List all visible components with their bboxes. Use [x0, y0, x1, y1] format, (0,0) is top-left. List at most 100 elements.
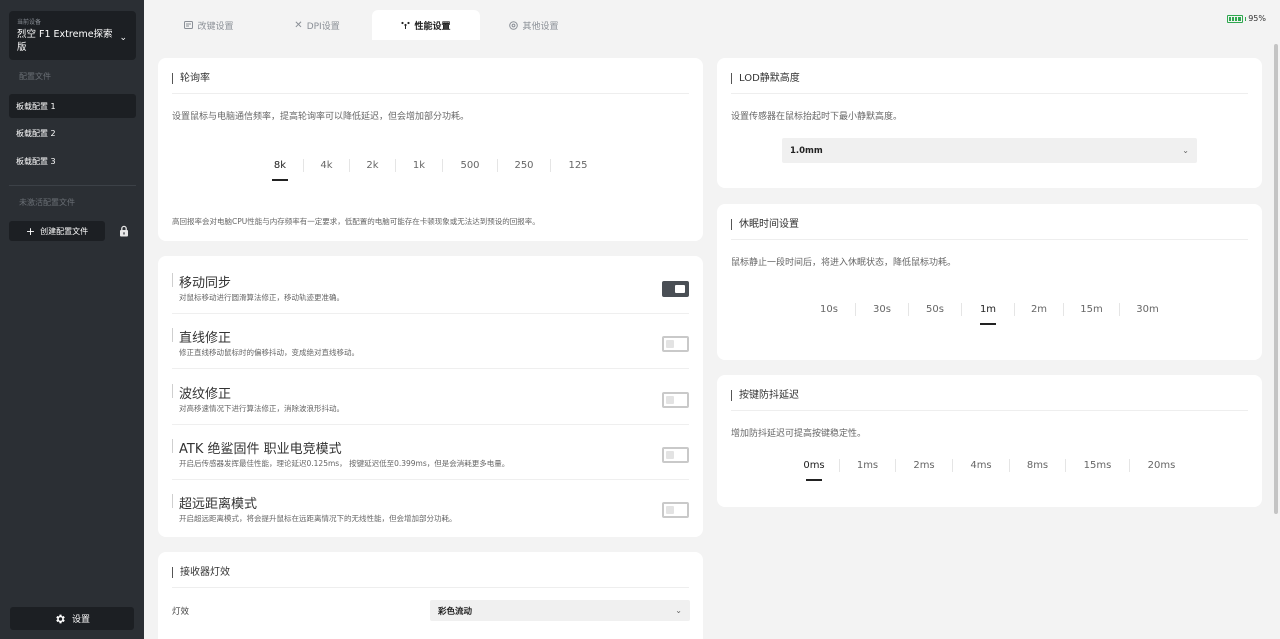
tab-performance[interactable]: 性能设置 [372, 10, 480, 40]
tab-label: 性能设置 [414, 21, 451, 32]
chevron-down-icon: ⌄ [675, 606, 682, 615]
profile-item-2[interactable]: 板载配置 2 [9, 121, 136, 145]
scrollbar[interactable] [1272, 40, 1280, 639]
top-tab-bar: 改键设置 ✕ DPI设置 性能设置 其他设置 95% [144, 0, 1280, 40]
keyboard-icon [184, 21, 194, 29]
toggle-title: 直线修正 [179, 331, 232, 346]
create-profile-label: 创建配置文件 [40, 226, 89, 236]
lod-select[interactable]: 1.0mm ⌄ [782, 138, 1197, 163]
card-title: LOD静默高度 [731, 73, 800, 84]
polling-option[interactable]: 250 [498, 160, 550, 171]
inactive-profiles-label: 未激活配置文件 [19, 198, 75, 207]
polling-option[interactable]: 4k [304, 160, 349, 171]
light-effect-select[interactable]: 彩色流动 ⌄ [430, 600, 690, 621]
select-value: 彩色流动 [438, 606, 473, 617]
polling-rate-selector: 8k 4k 2k 1k 500 250 125 [257, 159, 605, 172]
device-name: 烈空 F1 Extreme探索版 [17, 29, 113, 53]
lock-icon[interactable] [118, 225, 130, 237]
polling-option[interactable]: 2k [350, 160, 395, 171]
debounce-card: 按键防抖延迟 增加防抖延迟可提高按键稳定性。 0ms 1ms 2ms 4ms 8… [717, 375, 1262, 507]
divider [731, 410, 1248, 411]
tab-key-mapping[interactable]: 改键设置 [144, 10, 274, 40]
lod-card: LOD静默高度 设置传感器在鼠标抬起时下最小静默高度。 1.0mm ⌄ [717, 58, 1262, 188]
sleep-option[interactable]: 10s [803, 304, 855, 315]
crosshair-icon: ✕ [294, 19, 303, 31]
sidebar: 当前设备 烈空 F1 Extreme探索版 ⌄ 配置文件 板载配置 1 板载配置… [0, 0, 144, 639]
sidebar-divider [9, 185, 136, 186]
ripple-control-toggle[interactable] [662, 392, 689, 408]
card-description: 增加防抖延迟可提高按键稳定性。 [731, 429, 867, 439]
divider [731, 239, 1248, 240]
battery-indicator: 95% [1226, 14, 1266, 23]
debounce-option[interactable]: 15ms [1066, 460, 1129, 471]
create-profile-button[interactable]: + 创建配置文件 [9, 221, 105, 241]
profile-label: 板载配置 2 [16, 129, 56, 138]
toggle-row-angle-snapping: 直线修正 修正直线移动鼠标时的偏移抖动，变成绝对直线移动。 [172, 314, 689, 369]
tab-dpi[interactable]: ✕ DPI设置 [257, 10, 377, 40]
chevron-down-icon: ⌄ [119, 33, 127, 43]
divider [731, 93, 1248, 94]
toggle-title: 移动同步 [179, 276, 232, 291]
toggle-title: 波纹修正 [179, 387, 232, 402]
toggle-title: ATK 绝鲨固件 职业电竞模式 [179, 442, 342, 457]
toggle-title: 超远距离模式 [179, 497, 258, 512]
debounce-option[interactable]: 2ms [896, 460, 952, 471]
tab-label: 其他设置 [522, 21, 559, 32]
profile-label: 板载配置 3 [16, 157, 56, 166]
debounce-option[interactable]: 1ms [840, 460, 895, 471]
settings-button[interactable]: 设置 [10, 607, 134, 630]
card-title: 接收器灯效 [172, 567, 230, 578]
profile-label: 板载配置 1 [16, 102, 56, 111]
card-title: 轮询率 [172, 73, 210, 84]
profile-item-3[interactable]: 板载配置 3 [9, 149, 136, 173]
performance-icon [401, 21, 411, 29]
tab-label: DPI设置 [306, 21, 340, 32]
polling-rate-card: 轮询率 设置鼠标与电脑通信频率，提高轮询率可以降低延迟，但会增加部分功耗。 8k… [158, 58, 703, 241]
card-title: 按键防抖延迟 [731, 390, 799, 401]
toggle-description: 对鼠标移动进行圆滑算法修正，移动轨迹更准确。 [179, 293, 344, 302]
toggle-row-ripple-control: 波纹修正 对高移速情况下进行算法修正，消除波浪形抖动。 [172, 370, 689, 425]
motion-sync-toggle[interactable] [662, 281, 689, 297]
sleep-option[interactable]: 2m [1015, 304, 1063, 315]
sleep-option[interactable]: 15m [1064, 304, 1119, 315]
toggle-row-esports-mode: ATK 绝鲨固件 职业电竞模式 开启后传感器发挥最佳性能，理论延迟0.125ms… [172, 425, 689, 480]
debounce-option[interactable]: 0ms [789, 460, 839, 471]
sleep-option[interactable]: 50s [909, 304, 961, 315]
toggle-row-long-range: 超远距离模式 开启超远距离模式，将会提升鼠标在远距离情况下的无线性能，但会增加部… [172, 480, 689, 535]
device-selector[interactable]: 当前设备 烈空 F1 Extreme探索版 ⌄ [9, 11, 136, 60]
sleep-time-selector: 10s 30s 50s 1m 2m 15m 30m [803, 303, 1175, 316]
settings-circle-icon [509, 20, 519, 30]
card-description: 鼠标静止一段时间后，将进入休眠状态，降低鼠标功耗。 [731, 258, 957, 268]
card-description: 设置传感器在鼠标抬起时下最小静默高度。 [731, 112, 903, 122]
receiver-light-card: 接收器灯效 灯效 彩色流动 ⌄ [158, 552, 703, 639]
esports-mode-toggle[interactable] [662, 447, 689, 463]
divider [172, 93, 689, 94]
device-label: 当前设备 [17, 19, 42, 26]
angle-snapping-toggle[interactable] [662, 336, 689, 352]
select-value: 1.0mm [790, 145, 823, 156]
effect-label: 灯效 [172, 607, 190, 617]
profile-item-1[interactable]: 板载配置 1 [9, 94, 136, 118]
sleep-option[interactable]: 30s [856, 304, 908, 315]
motion-options-card: 移动同步 对鼠标移动进行圆滑算法修正，移动轨迹更准确。 直线修正 修正直线移动鼠… [158, 256, 703, 537]
polling-option[interactable]: 8k [257, 160, 303, 171]
settings-label: 设置 [71, 615, 90, 625]
debounce-option[interactable]: 20ms [1130, 460, 1193, 471]
toggle-description: 开启后传感器发挥最佳性能，理论延迟0.125ms， 按键延迟低至0.399ms，… [179, 459, 510, 468]
debounce-option[interactable]: 4ms [953, 460, 1009, 471]
debounce-option[interactable]: 8ms [1010, 460, 1065, 471]
card-description: 设置鼠标与电脑通信频率，提高轮询率可以降低延迟，但会增加部分功耗。 [172, 112, 470, 122]
divider [172, 587, 689, 588]
polling-option[interactable]: 1k [396, 160, 442, 171]
toggle-description: 对高移速情况下进行算法修正，消除波浪形抖动。 [179, 404, 344, 413]
sleep-option[interactable]: 30m [1120, 304, 1175, 315]
polling-option[interactable]: 125 [551, 160, 605, 171]
polling-note: 高回报率会对电脑CPU性能与内存频率有一定要求，低配置的电脑可能存在卡顿现象或无… [172, 217, 540, 226]
polling-option[interactable]: 500 [443, 160, 497, 171]
tab-other-settings[interactable]: 其他设置 [480, 10, 588, 40]
gear-icon [56, 614, 65, 623]
long-range-toggle[interactable] [662, 502, 689, 518]
sleep-option[interactable]: 1m [962, 304, 1014, 315]
profiles-label: 配置文件 [19, 72, 51, 81]
battery-percent: 95% [1248, 14, 1266, 23]
